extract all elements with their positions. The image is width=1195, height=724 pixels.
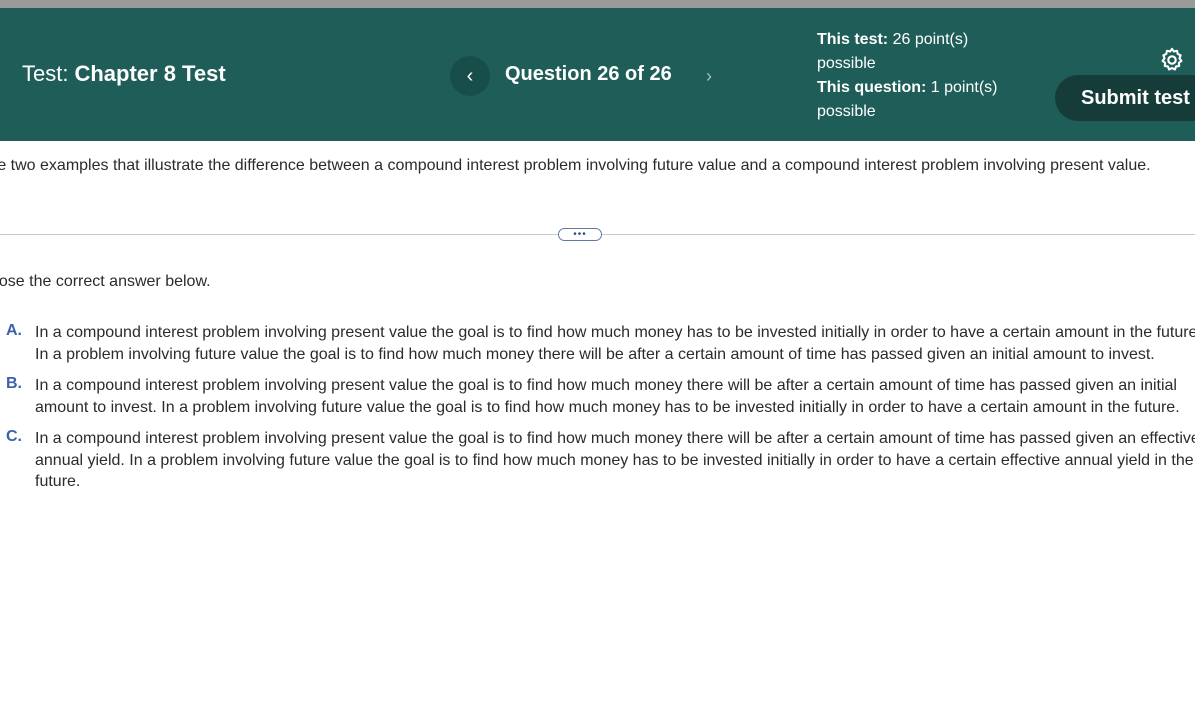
question-points-label: This question: xyxy=(817,79,927,96)
chevron-left-icon: ‹ xyxy=(466,64,474,87)
test-header: Test: Chapter 8 Test ‹ Question 26 of 26 … xyxy=(0,8,1195,141)
answer-option-c[interactable]: C. In a compound interest problem involv… xyxy=(0,428,1195,493)
option-text: In a compound interest problem involving… xyxy=(35,324,1195,363)
question-prompt: re two examples that illustrate the diff… xyxy=(0,157,1151,174)
points-info: This test: 26 point(s) possible This que… xyxy=(817,28,1017,124)
answer-instruction: oose the correct answer below. xyxy=(0,273,211,290)
answer-option-b[interactable]: B. In a compound interest problem involv… xyxy=(0,375,1195,418)
previous-question-button[interactable]: ‹ xyxy=(450,56,490,96)
pane-resize-handle[interactable]: ••• xyxy=(558,228,602,241)
answer-options: A. In a compound interest problem involv… xyxy=(0,322,1195,503)
question-counter: Question 26 of 26 xyxy=(505,63,672,85)
test-points-label: This test: xyxy=(817,31,889,48)
gear-icon[interactable] xyxy=(1158,46,1186,74)
option-text: In a compound interest problem involving… xyxy=(35,430,1195,490)
test-title: Test: Chapter 8 Test xyxy=(22,61,226,87)
test-title-prefix: Test: xyxy=(22,61,69,86)
answer-option-a[interactable]: A. In a compound interest problem involv… xyxy=(0,322,1195,365)
next-question-button[interactable]: › xyxy=(692,56,726,96)
option-letter: B. xyxy=(6,375,22,392)
submit-test-button[interactable]: Submit test xyxy=(1055,75,1195,121)
option-text: In a compound interest problem involving… xyxy=(35,377,1180,416)
more-dots-icon: ••• xyxy=(573,228,587,240)
chevron-right-icon: › xyxy=(706,65,712,86)
option-letter: C. xyxy=(6,428,22,445)
test-name: Chapter 8 Test xyxy=(74,61,226,86)
browser-top-strip xyxy=(0,0,1195,8)
option-letter: A. xyxy=(6,322,22,339)
